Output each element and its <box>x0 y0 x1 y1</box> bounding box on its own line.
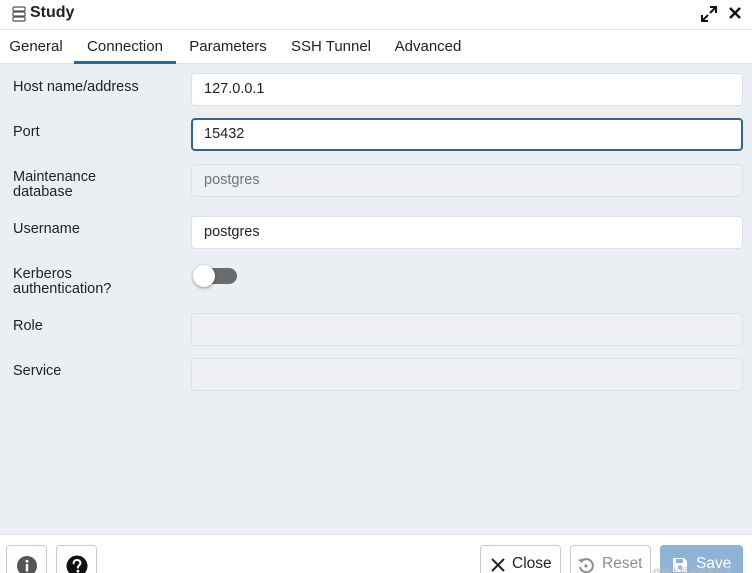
tab-bar: General Connection Parameters SSH Tunnel… <box>0 30 752 64</box>
dialog-title-bar: Study <box>0 0 752 30</box>
host-label: Host name/address <box>13 79 139 95</box>
info-icon <box>17 556 37 573</box>
username-label: Username <box>13 221 80 237</box>
kerberos-label: Kerberos authentication? <box>13 267 111 297</box>
close-button[interactable]: Close <box>480 545 561 573</box>
reset-button[interactable]: Reset <box>570 545 651 573</box>
role-field <box>191 313 743 346</box>
reset-icon <box>578 558 594 573</box>
port-label: Port <box>13 124 40 140</box>
dialog-title: Study <box>30 4 75 21</box>
host-field[interactable]: 127.0.0.1 <box>191 73 743 106</box>
tab-advanced[interactable]: Advanced <box>390 30 466 64</box>
role-label: Role <box>13 318 43 334</box>
close-icon[interactable] <box>726 4 744 22</box>
port-field[interactable]: 15432 <box>191 118 743 151</box>
maintenance-db-label-line2: database <box>13 184 73 200</box>
watermark: @稀土掘金技术社区 <box>652 567 734 573</box>
service-field <box>191 358 743 391</box>
kerberos-label-line2: authentication? <box>13 281 112 297</box>
tab-connection[interactable]: Connection <box>74 30 176 64</box>
close-icon <box>491 558 505 572</box>
toggle-knob <box>193 265 215 287</box>
service-label: Service <box>13 363 62 379</box>
kerberos-toggle[interactable] <box>193 265 237 287</box>
expand-icon[interactable] <box>700 5 718 23</box>
close-button-label: Close <box>512 555 552 572</box>
maintenance-db-label: Maintenance database <box>13 170 96 200</box>
reset-button-label: Reset <box>602 555 643 572</box>
tab-parameters[interactable]: Parameters <box>184 30 272 64</box>
kerberos-label-line1: Kerberos <box>13 266 72 282</box>
connection-form: Host name/address 127.0.0.1 Port 15432 M… <box>0 64 752 534</box>
tab-ssh-tunnel[interactable]: SSH Tunnel <box>286 30 376 64</box>
server-icon <box>12 6 26 22</box>
info-button[interactable] <box>6 545 47 573</box>
maintenance-db-field: postgres <box>191 164 743 197</box>
maintenance-db-label-line1: Maintenance <box>13 169 97 185</box>
tab-general[interactable]: General <box>6 30 66 64</box>
help-icon <box>66 555 88 573</box>
username-field[interactable]: postgres <box>191 216 743 249</box>
dialog-footer: Close Reset Save <box>0 534 752 573</box>
help-button[interactable] <box>56 545 97 573</box>
